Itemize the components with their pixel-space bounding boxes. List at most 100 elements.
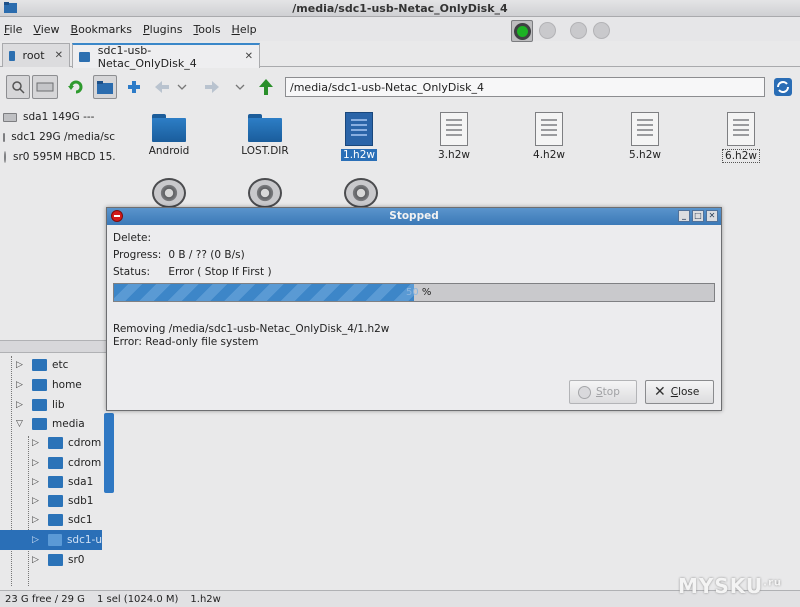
file-item-android[interactable]: Android <box>134 114 204 157</box>
tree-item-sdb1[interactable]: ▷ sdb1 <box>32 491 102 511</box>
folder-icon <box>48 514 63 526</box>
file-item-6-h2w[interactable]: 6.h2w <box>706 112 776 163</box>
device-label: sdc1 29G /media/sc <box>11 131 115 143</box>
forward-history-button[interactable] <box>228 75 252 99</box>
tree-item-lib[interactable]: ▷ lib <box>16 395 112 415</box>
file-item-4-h2w[interactable]: 4.h2w <box>514 112 584 161</box>
up-button[interactable] <box>254 75 278 99</box>
tree-item-sr0[interactable]: ▷ sr0 <box>32 550 102 570</box>
chevron-down-icon <box>177 84 187 90</box>
close-icon[interactable]: ✕ <box>706 210 718 222</box>
menu-help[interactable]: Help <box>232 23 257 36</box>
expand-arrow-icon[interactable]: ▷ <box>32 555 42 565</box>
expand-arrow-icon[interactable]: ▷ <box>32 458 42 468</box>
collapse-arrow-icon[interactable]: ▽ <box>16 419 26 429</box>
status-selection: 1 sel (1024.0 M) <box>96 593 179 605</box>
expand-arrow-icon[interactable]: ▷ <box>32 535 42 545</box>
expand-arrow-icon[interactable]: ▷ <box>16 360 26 370</box>
tree-item-sdc1[interactable]: ▷ sdc1 <box>32 510 102 530</box>
window-button-3[interactable] <box>570 22 587 39</box>
tree-header <box>0 341 114 353</box>
tab-root[interactable]: root ✕ <box>2 43 70 67</box>
file-label: LOST.DIR <box>241 145 289 157</box>
new-tab-button[interactable] <box>122 75 146 99</box>
menu-plugins[interactable]: Plugins <box>143 23 182 36</box>
drive-button[interactable] <box>32 75 58 99</box>
status-free-space: 23 G free / 29 G <box>5 593 85 605</box>
window-button-4[interactable] <box>593 22 610 39</box>
tree-item-media[interactable]: ▽ media <box>16 414 112 434</box>
expand-arrow-icon[interactable]: ▷ <box>32 515 42 525</box>
film-reel-icon <box>344 178 378 208</box>
file-item-video-3[interactable] <box>326 178 396 208</box>
search-button[interactable] <box>6 75 30 99</box>
close-button[interactable]: ✕ Close <box>645 380 714 404</box>
expand-arrow-icon[interactable]: ▷ <box>32 438 42 448</box>
back-history-button[interactable] <box>170 75 194 99</box>
tree-item-etc[interactable]: ▷ etc <box>16 355 112 375</box>
tree-label: sda1 <box>68 476 94 488</box>
tree-label: sdc1-u <box>66 534 102 546</box>
expand-arrow-icon[interactable]: ▷ <box>16 400 26 410</box>
tree-label: sdc1 <box>68 514 93 526</box>
menu-bookmarks[interactable]: Bookmarks <box>71 23 132 36</box>
stop-icon <box>111 210 123 222</box>
file-item-5-h2w[interactable]: 5.h2w <box>610 112 680 161</box>
progress-bar: 50 % <box>113 283 715 302</box>
close-button-label: Close <box>670 386 700 398</box>
forward-button[interactable] <box>200 75 224 99</box>
tree-item-cdrom-1[interactable]: ▷ cdrom <box>32 433 102 453</box>
tab-label: root <box>22 49 45 62</box>
progress-value: 0 B / ?? (0 B/s) <box>168 249 245 261</box>
device-label: sda1 149G --- <box>23 111 95 123</box>
file-label: 4.h2w <box>533 149 565 161</box>
device-item-sdc1[interactable]: sdc1 29G /media/sc <box>0 127 115 147</box>
close-icon[interactable]: ✕ <box>245 51 253 62</box>
window-title: /media/sdc1-usb-Netac_OnlyDisk_4 <box>292 2 508 15</box>
tree-label: media <box>52 418 85 430</box>
file-item-video-1[interactable] <box>134 178 204 208</box>
file-item-1-h2w[interactable]: 1.h2w <box>324 112 394 161</box>
window-state-button[interactable] <box>511 20 533 42</box>
file-label: 6.h2w <box>722 149 760 163</box>
folder-icon <box>32 399 47 411</box>
file-item-lost-dir[interactable]: LOST.DIR <box>230 114 300 157</box>
stop-button-label: Stop <box>596 386 620 398</box>
window-titlebar: /media/sdc1-usb-Netac_OnlyDisk_4 <box>0 0 800 17</box>
path-input[interactable]: /media/sdc1-usb-Netac_OnlyDisk_4 <box>285 77 765 97</box>
delete-progress-dialog: Stopped _ □ ✕ Delete: Progress: 0 B / ??… <box>106 207 722 411</box>
tree-scrollbar-thumb[interactable] <box>104 413 114 493</box>
folder-view-button[interactable] <box>93 75 117 99</box>
disc-icon <box>4 151 6 163</box>
minimize-icon[interactable]: _ <box>678 210 690 222</box>
tree-item-home[interactable]: ▷ home <box>16 375 112 395</box>
maximize-icon[interactable]: □ <box>692 210 704 222</box>
tree-item-cdrom-2[interactable]: ▷ cdrom <box>32 453 102 473</box>
watermark: MYSKU.ru <box>678 574 782 598</box>
dialog-title-buttons: _ □ ✕ <box>678 210 718 222</box>
tree-item-sda1[interactable]: ▷ sda1 <box>32 472 102 492</box>
delete-label: Delete: <box>113 232 152 244</box>
menu-view[interactable]: View <box>33 23 59 36</box>
expand-arrow-icon[interactable]: ▷ <box>16 380 26 390</box>
toolbar: /media/sdc1-usb-Netac_OnlyDisk_4 <box>0 71 800 105</box>
menu-file[interactable]: File <box>4 23 22 36</box>
expand-arrow-icon[interactable]: ▷ <box>32 496 42 506</box>
device-item-sda1[interactable]: sda1 149G --- <box>0 107 115 127</box>
menu-tools[interactable]: Tools <box>193 23 220 36</box>
tree-item-sdc1-usb[interactable]: ▷ sdc1-u <box>0 530 102 550</box>
window-button-2[interactable] <box>539 22 556 39</box>
watermark-suffix: .ru <box>763 577 782 589</box>
stop-button[interactable]: Stop <box>569 380 637 404</box>
file-item-video-2[interactable] <box>230 178 300 208</box>
close-icon[interactable]: ✕ <box>55 50 63 61</box>
reload-button[interactable] <box>64 75 88 99</box>
expand-arrow-icon[interactable]: ▷ <box>32 477 42 487</box>
device-item-sr0[interactable]: sr0 595M HBCD 15.: <box>0 147 115 167</box>
tab-sdc1[interactable]: sdc1-usb-Netac_OnlyDisk_4 ✕ <box>72 43 260 70</box>
device-label: sr0 595M HBCD 15.: <box>13 151 115 163</box>
forward-arrow-icon <box>205 81 219 93</box>
refresh-button[interactable] <box>771 75 795 99</box>
drive-icon <box>3 132 6 142</box>
file-item-3-h2w[interactable]: 3.h2w <box>419 112 489 161</box>
